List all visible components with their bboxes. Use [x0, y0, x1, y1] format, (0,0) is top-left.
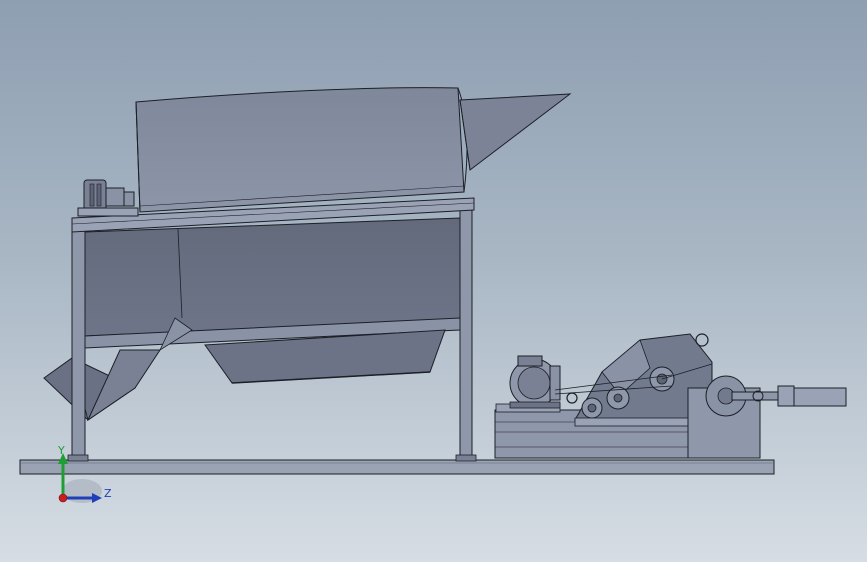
drum-drive-motor: [77, 179, 139, 217]
feed-chute: [459, 93, 572, 171]
crusher-motor: [509, 355, 561, 409]
base-plate: [19, 459, 775, 475]
x-axis-origin: [58, 493, 68, 503]
y-axis-label: Y: [57, 444, 65, 457]
machine-drawing: Y Z: [19, 87, 847, 503]
z-axis-label: Z: [104, 487, 112, 500]
trommel-drum: [135, 87, 468, 213]
left-discharge-chute: [43, 349, 161, 422]
cad-viewport[interactable]: Y Z: [0, 0, 867, 562]
drive-housing: [687, 375, 761, 459]
